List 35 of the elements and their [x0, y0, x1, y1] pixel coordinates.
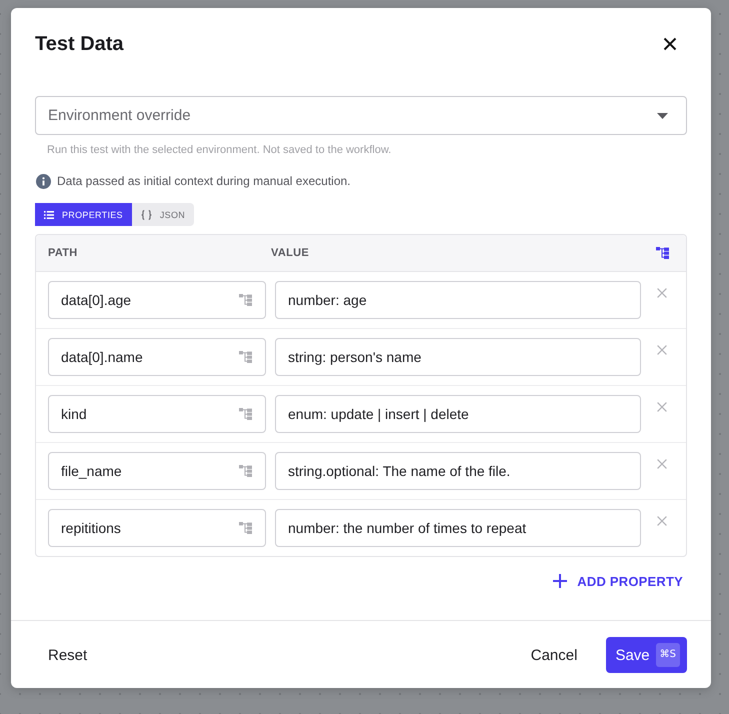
cross-icon[interactable] [657, 345, 667, 355]
path-field[interactable]: repititions [48, 509, 266, 547]
value-field[interactable]: number: the number of times to repeat [275, 509, 641, 547]
value-field[interactable]: number: age [275, 281, 641, 319]
cross-icon[interactable] [657, 402, 667, 412]
value-field[interactable]: string: person's name [275, 338, 641, 376]
list-icon [44, 210, 54, 218]
value-field[interactable]: string.optional: The name of the file. [275, 452, 641, 490]
cross-icon[interactable] [657, 459, 667, 469]
cross-icon[interactable] [657, 288, 667, 298]
reset-button[interactable]: Reset [35, 637, 100, 673]
environment-select[interactable]: Environment override [35, 96, 687, 135]
info-text: Data passed as initial context during manual execution. [57, 173, 351, 189]
close-icon[interactable] [663, 37, 677, 51]
caret-icon [657, 112, 668, 118]
column-header: VALUE [271, 247, 310, 259]
column-header: PATH [48, 247, 79, 259]
plus-icon [553, 574, 568, 588]
path-field[interactable]: data[0].age [48, 281, 266, 319]
path-field[interactable]: kind [48, 395, 266, 433]
info-icon [36, 174, 51, 188]
helper-text: Run this test with the selected environment. Not saved to the workflow. [47, 143, 392, 158]
value-field[interactable]: enum: update | insert | delete [275, 395, 641, 433]
path-field[interactable]: file_name [48, 452, 266, 490]
path-field[interactable]: data[0].name [48, 338, 266, 376]
save-button[interactable]: Save ⌘S [606, 637, 687, 673]
cross-icon[interactable] [657, 516, 667, 526]
cancel-button[interactable]: Cancel [518, 637, 590, 673]
view-tab[interactable]: JSON [132, 203, 194, 226]
view-tab[interactable]: PROPERTIES [35, 203, 132, 226]
dialog-title: Test Data [35, 32, 124, 56]
shortcut-key: ⌘S [656, 643, 680, 667]
tree-icon[interactable] [656, 247, 668, 259]
braces-icon [140, 210, 152, 220]
add-property-button[interactable]: ADD PROPERTY [553, 571, 687, 591]
